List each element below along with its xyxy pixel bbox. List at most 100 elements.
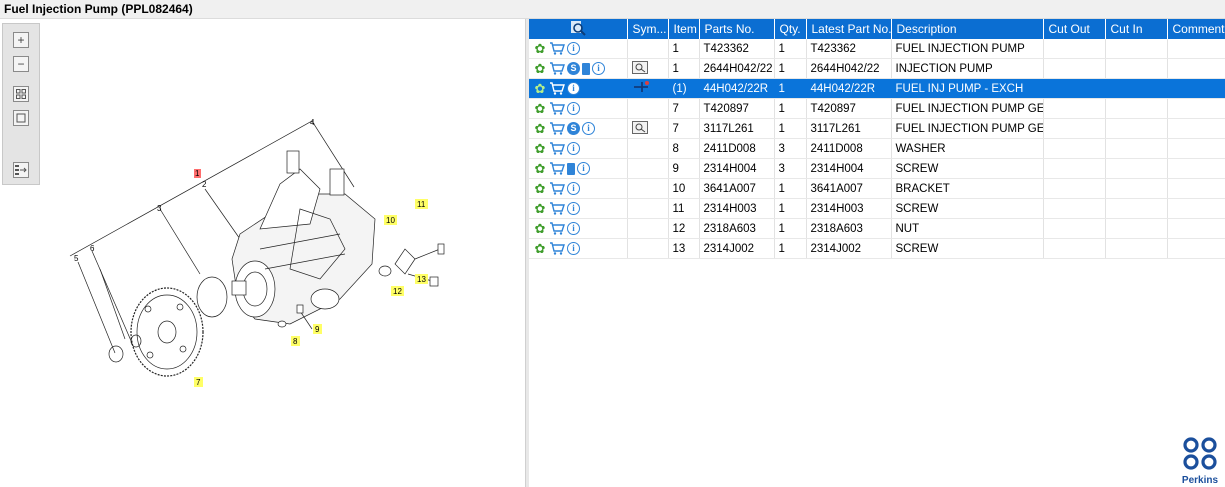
callout-5[interactable]: 5 — [74, 254, 79, 263]
table-row[interactable]: ✿ i 7 T420897 1 T420897 FUEL INJECTION PUMP GE… — [529, 98, 1225, 119]
gear-icon[interactable]: ✿ — [533, 142, 547, 156]
column-symbol[interactable]: Sym... — [627, 19, 669, 39]
column-cut-in[interactable]: Cut In — [1105, 19, 1168, 39]
info-icon[interactable]: i — [567, 142, 580, 155]
info-icon[interactable]: i — [567, 102, 580, 115]
info-icon[interactable]: i — [567, 82, 580, 95]
gears-icon[interactable]: ✿ — [533, 42, 547, 56]
illustration-icon[interactable] — [631, 60, 648, 77]
callout-7[interactable]: 7 — [196, 378, 201, 387]
table-row[interactable]: ✿ i 9 2314H004 3 2314H004 SCREW — [529, 158, 1225, 179]
cut-out-cell — [1043, 198, 1106, 219]
cart-icon[interactable] — [549, 142, 565, 156]
cart-icon[interactable] — [549, 202, 565, 216]
table-row[interactable]: ✿ Si 1 2644H042/22 1 2644H042/22 INJECTION PUM… — [529, 58, 1225, 79]
callout-1[interactable]: 1 — [195, 169, 200, 178]
item-cell: 1 — [668, 39, 700, 59]
table-row[interactable]: ✿ Si 7 3117L261 1 3117L261 FUEL INJECTION PUMP… — [529, 118, 1225, 139]
callout-3[interactable]: 3 — [157, 204, 162, 213]
cut-in-cell — [1105, 98, 1168, 119]
column-qty[interactable]: Qty. — [774, 19, 807, 39]
cart-icon[interactable] — [549, 42, 565, 56]
comment-cell — [1167, 118, 1225, 139]
comment-cell — [1167, 178, 1225, 199]
book-icon[interactable] — [567, 162, 575, 175]
item-cell: 7 — [668, 98, 700, 119]
info-icon[interactable]: i — [592, 62, 605, 75]
gear-icon[interactable]: ✿ — [533, 242, 547, 256]
table-row[interactable]: ✿ i (1) 44H042/22R 1 44H042/22R FUEL INJ PUMP … — [529, 78, 1225, 99]
column-description[interactable]: Description — [891, 19, 1044, 39]
callout-8[interactable]: 8 — [293, 337, 298, 346]
callout-6[interactable]: 6 — [90, 244, 95, 253]
cart-icon[interactable] — [549, 102, 565, 116]
gear-icon[interactable]: ✿ — [533, 202, 547, 216]
comment-cell — [1167, 58, 1225, 79]
gear-icon[interactable]: ✿ — [533, 162, 547, 176]
latest-part-no-cell: 44H042/22R — [806, 78, 892, 99]
gear-icon[interactable]: ✿ — [533, 102, 547, 116]
table-row[interactable]: ✿ i 1 T423362 1 T423362 FUEL INJECTION PUMP — [529, 39, 1225, 59]
column-cut-out[interactable]: Cut Out — [1043, 19, 1106, 39]
cart-icon[interactable] — [549, 222, 565, 236]
qty-cell: 1 — [774, 39, 807, 59]
cut-out-cell — [1043, 178, 1106, 199]
exchange-link-icon[interactable] — [632, 81, 650, 97]
table-row[interactable]: ✿ i 8 2411D008 3 2411D008 WASHER — [529, 138, 1225, 159]
parts-no-cell: 2314H003 — [699, 198, 775, 219]
table-row[interactable]: ✿ i 10 3641A007 1 3641A007 BRACKET — [529, 178, 1225, 199]
callout-13[interactable]: 13 — [417, 275, 426, 284]
column-comment[interactable]: Comment — [1167, 19, 1225, 39]
column-search[interactable] — [529, 19, 628, 39]
cart-icon[interactable] — [549, 182, 565, 196]
comment-cell — [1167, 198, 1225, 219]
info-icon[interactable]: i — [582, 122, 595, 135]
column-parts-no[interactable]: Parts No. — [699, 19, 775, 39]
comment-cell — [1167, 98, 1225, 119]
cut-in-cell — [1105, 58, 1168, 79]
cart-icon[interactable] — [549, 82, 565, 96]
row-actions-cell: ✿ i — [529, 238, 628, 259]
latest-part-no-cell: 2411D008 — [806, 138, 892, 159]
callout-9[interactable]: 9 — [315, 325, 320, 334]
supersession-icon[interactable]: S — [567, 62, 580, 75]
book-icon[interactable] — [582, 62, 590, 75]
gear-icon[interactable]: ✿ — [533, 182, 547, 196]
table-row[interactable]: ✿ i 12 2318A603 1 2318A603 NUT — [529, 218, 1225, 239]
symbol-cell — [627, 158, 669, 179]
exploded-parts-diagram: 1 2 3 4 5 6 7 8 9 10 11 12 13 — [69, 118, 445, 387]
gear-icon[interactable]: ✿ — [533, 62, 547, 76]
info-icon[interactable]: i — [567, 42, 580, 55]
gear-icon[interactable]: ✿ — [533, 222, 547, 236]
cart-icon[interactable] — [549, 122, 565, 136]
info-icon[interactable]: i — [577, 162, 590, 175]
qty-cell: 1 — [774, 98, 807, 119]
gear-icon[interactable]: ✿ — [533, 82, 547, 96]
cart-icon[interactable] — [549, 242, 565, 256]
info-icon[interactable]: i — [567, 222, 580, 235]
table-row[interactable]: ✿ i 13 2314J002 1 2314J002 SCREW — [529, 238, 1225, 259]
supersession-icon[interactable]: S — [567, 122, 580, 135]
callout-12[interactable]: 12 — [393, 287, 402, 296]
gear-icon[interactable]: ✿ — [533, 122, 547, 136]
callout-10[interactable]: 10 — [386, 216, 395, 225]
column-item[interactable]: Item — [668, 19, 700, 39]
description-cell: FUEL INJECTION PUMP — [891, 39, 1044, 59]
illustration-icon[interactable] — [631, 120, 648, 137]
latest-part-no-cell: 2644H042/22 — [806, 58, 892, 79]
cart-icon[interactable] — [549, 162, 565, 176]
description-cell: INJECTION PUMP — [891, 58, 1044, 79]
info-icon[interactable]: i — [567, 182, 580, 195]
item-cell: 12 — [668, 218, 700, 239]
cart-icon[interactable] — [549, 62, 565, 76]
column-latest-part-no[interactable]: Latest Part No. — [806, 19, 892, 39]
callout-2[interactable]: 2 — [202, 180, 207, 189]
table-row[interactable]: ✿ i 11 2314H003 1 2314H003 SCREW — [529, 198, 1225, 219]
info-icon[interactable]: i — [567, 242, 580, 255]
callout-4[interactable]: 4 — [310, 118, 315, 127]
cut-in-cell — [1105, 178, 1168, 199]
description-cell: BRACKET — [891, 178, 1044, 199]
diagram-panel[interactable]: + − 1 2 3 4 5 6 7 8 9 10 11 12 13 — [0, 19, 525, 487]
info-icon[interactable]: i — [567, 202, 580, 215]
callout-11[interactable]: 11 — [417, 200, 426, 209]
